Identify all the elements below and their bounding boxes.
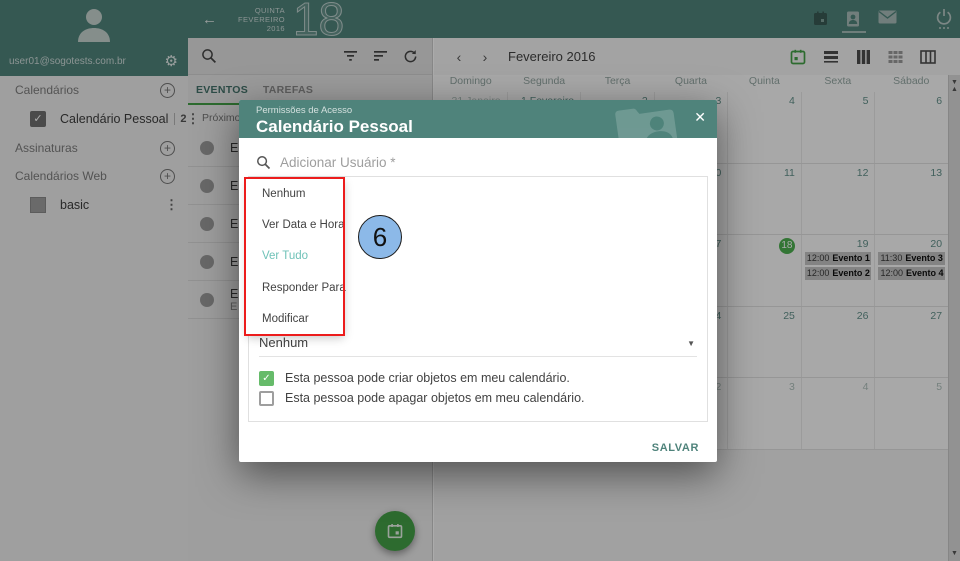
checkbox-checked[interactable]: ✓ <box>259 371 274 386</box>
rights-select[interactable]: Nenhum ▼ <box>259 335 697 357</box>
add-user-placeholder: Adicionar Usuário * <box>280 155 396 170</box>
annotation-number: 6 <box>373 222 387 253</box>
annotation-step-circle: 6 <box>358 215 402 259</box>
checkbox-unchecked[interactable] <box>259 391 274 406</box>
permission-label: Esta pessoa pode apagar objetos em meu c… <box>285 391 585 405</box>
permission-row: Esta pessoa pode apagar objetos em meu c… <box>259 389 585 407</box>
sogo-calendar-screen: user01@sogotests.com.br ⚙ Calendários + … <box>0 0 960 561</box>
shared-folder-watermark-icon <box>610 100 681 138</box>
close-icon[interactable]: ✕ <box>694 110 706 124</box>
permission-label: Esta pessoa pode criar objetos em meu ca… <box>285 371 570 385</box>
annotation-red-box <box>244 177 345 336</box>
permission-row: ✓ Esta pessoa pode criar objetos em meu c… <box>259 369 570 387</box>
add-user-search[interactable]: Adicionar Usuário * <box>256 155 396 170</box>
caret-down-icon: ▼ <box>687 339 695 348</box>
save-button[interactable]: SALVAR <box>652 442 699 454</box>
rights-select-value: Nenhum <box>259 335 308 350</box>
search-icon <box>256 155 271 170</box>
dialog-header: Permissões de Acesso Calendário Pessoal … <box>239 100 717 138</box>
